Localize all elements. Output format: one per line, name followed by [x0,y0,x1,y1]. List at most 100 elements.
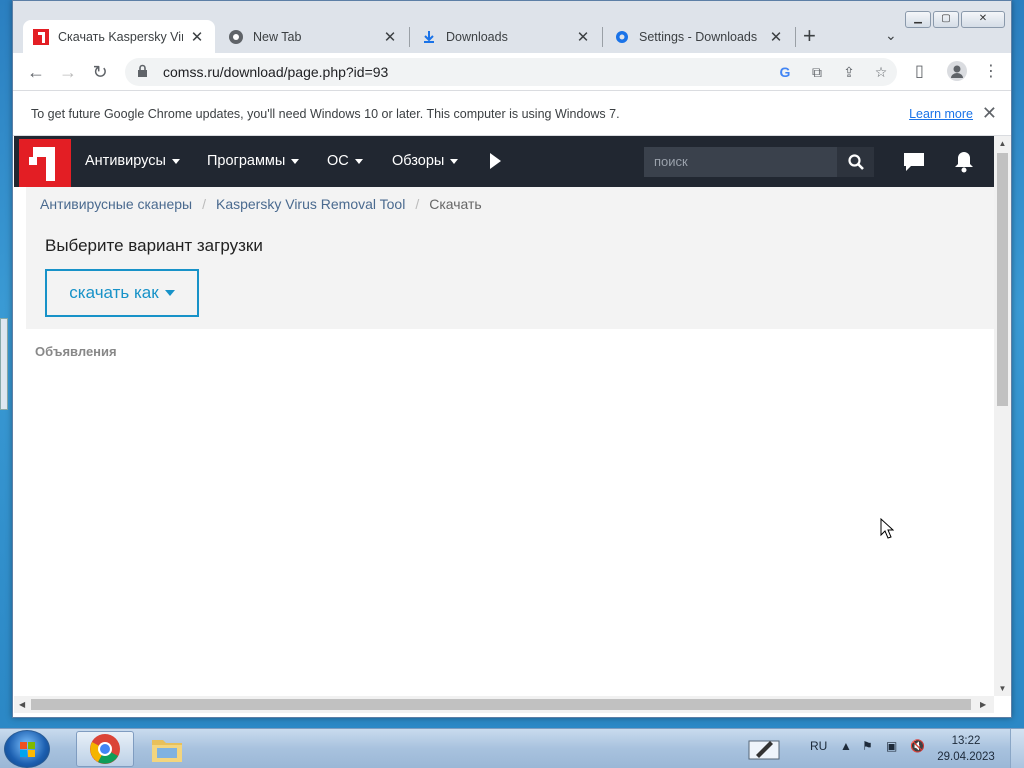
chrome-window: Скачать Kaspersky Virus Removal Tool ✕ N… [12,0,1012,718]
maximize-button[interactable]: ▢ [933,11,959,28]
pen-tablet-icon[interactable] [748,735,780,764]
breadcrumb-kvrt[interactable]: Kaspersky Virus Removal Tool [216,196,405,212]
gear-icon [614,29,630,45]
caret-down-icon [354,158,363,164]
download-icon [421,29,437,45]
back-arrow-icon[interactable]: ← [25,61,47,83]
breadcrumb-antivirus-scanners[interactable]: Антивирусные сканеры [40,196,192,212]
caret-down-icon [164,290,175,296]
site-navbar: Антивирусы Программы ОС Обзоры поиск [14,136,994,187]
learn-more-link[interactable]: Learn more [909,107,973,121]
chrome-icon [228,29,244,45]
address-bar[interactable]: comss.ru/download/page.php?id=93 G ⧉ ⇪ ☆ [125,58,897,86]
close-window-button[interactable]: ✕ [961,11,1005,28]
language-indicator[interactable]: RU [810,739,827,753]
network-icon[interactable]: ▣ [886,739,897,753]
browser-toolbar: ← → ↻ comss.ru/download/page.php?id=93 G… [13,53,1011,91]
search-icon [847,154,864,170]
vertical-scroll-thumb[interactable] [997,153,1008,406]
download-as-button[interactable]: скачать как [45,269,199,317]
download-as-label: скачать как [69,283,159,302]
chrome-icon [90,734,120,764]
breadcrumb-separator: / [202,196,206,212]
notification-bell-icon[interactable] [954,151,974,178]
taskbar-explorer[interactable] [138,731,196,767]
tab-settings-downloads[interactable]: Settings - Downloads ✕ [604,20,794,53]
scroll-up-arrow-icon[interactable]: ▲ [994,139,1011,148]
breadcrumb-current: Скачать [429,196,482,212]
forward-arrow-icon[interactable]: → [57,61,79,83]
tab-title: Скачать Kaspersky Virus Removal Tool [58,29,183,44]
tab-separator [409,27,410,47]
nav-reviews[interactable]: Обзоры [392,153,459,169]
lock-icon [137,64,149,80]
page-heading: Выберите вариант загрузки [45,236,263,255]
nav-label: Обзоры [392,153,445,169]
menu-kebab-icon[interactable]: ⋮ [983,61,999,81]
nav-label: Антивирусы [85,153,166,169]
windows-logo-icon [20,742,35,757]
nav-programs[interactable]: Программы [207,153,300,169]
scroll-right-arrow-icon[interactable]: ▶ [980,696,986,713]
minimize-button[interactable]: ▁ [905,11,931,28]
bookmark-star-icon[interactable]: ☆ [865,64,897,81]
tab-separator [602,27,603,47]
profile-avatar-icon[interactable] [947,61,967,86]
infobar-message: To get future Google Chrome updates, you… [31,106,620,121]
breadcrumb: Антивирусные сканеры / Kaspersky Virus R… [40,196,482,212]
nav-label: ОС [327,153,349,169]
nav-antivirus[interactable]: Антивирусы [85,153,180,169]
google-lens-icon[interactable]: G [769,64,801,80]
tab-title: New Tab [253,29,302,44]
breadcrumb-separator: / [415,196,420,212]
tab-separator [795,27,796,47]
tab-title: Downloads [446,29,508,44]
horizontal-scrollbar[interactable]: ◀ ▶ [14,696,994,713]
tab-downloads[interactable]: Downloads ✕ [411,20,601,53]
scroll-left-arrow-icon[interactable]: ◀ [19,696,25,713]
url-text: comss.ru/download/page.php?id=93 [163,64,389,80]
show-desktop-button[interactable] [1010,729,1024,768]
nav-label: Программы [207,153,286,169]
close-tab-icon[interactable]: ✕ [189,28,205,46]
web-page: Антивирусы Программы ОС Обзоры поиск Ант… [14,136,994,696]
system-clock[interactable]: 13:22 29.04.2023 [936,733,996,765]
explorer-folder-icon [152,740,182,762]
caret-down-icon [450,158,459,164]
share-icon[interactable]: ⇪ [833,64,865,81]
start-button[interactable] [4,730,50,768]
clock-date: 29.04.2023 [937,751,995,763]
desktop-window-fragment [0,318,8,410]
site-search-input[interactable]: поиск [644,147,837,177]
horizontal-scroll-thumb[interactable] [31,699,971,710]
scroll-down-arrow-icon[interactable]: ▼ [994,684,1011,693]
translate-icon[interactable]: ⧉ [801,64,833,81]
tab-search-chevron-icon[interactable]: ⌄ [885,27,897,44]
site-logo[interactable] [19,139,71,187]
close-tab-icon[interactable]: ✕ [768,28,784,46]
window-controls: ▁ ▢ ✕ [905,11,1005,28]
mouse-cursor-icon [880,517,895,545]
update-infobar: To get future Google Chrome updates, you… [13,92,1011,136]
close-tab-icon[interactable]: ✕ [382,28,398,46]
close-tab-icon[interactable]: ✕ [575,28,591,46]
side-panel-icon[interactable]: ▯ [915,61,924,81]
tab-kaspersky[interactable]: Скачать Kaspersky Virus Removal Tool ✕ [23,20,215,53]
windows-taskbar: RU ▲ ⚑ ▣ 🔇 13:22 29.04.2023 [0,728,1024,768]
vertical-scrollbar[interactable]: ▲ ▼ [994,136,1011,696]
taskbar-chrome[interactable] [76,731,134,767]
reload-icon[interactable]: ↻ [89,61,111,83]
show-hidden-icons-icon[interactable]: ▲ [840,739,852,753]
caret-down-icon [291,158,300,164]
action-center-flag-icon[interactable]: ⚑ [862,739,873,753]
new-tab-button[interactable]: + [803,25,816,47]
volume-muted-icon[interactable]: 🔇 [910,739,925,753]
tab-new-tab[interactable]: New Tab ✕ [218,20,408,53]
search-button[interactable] [837,147,874,177]
tab-title: Settings - Downloads [639,29,758,44]
clock-time: 13:22 [951,735,981,747]
close-infobar-icon[interactable]: ✕ [982,103,997,124]
nav-os[interactable]: ОС [327,153,363,169]
chat-icon[interactable] [903,152,925,177]
nav-more-play-icon[interactable] [490,153,501,169]
